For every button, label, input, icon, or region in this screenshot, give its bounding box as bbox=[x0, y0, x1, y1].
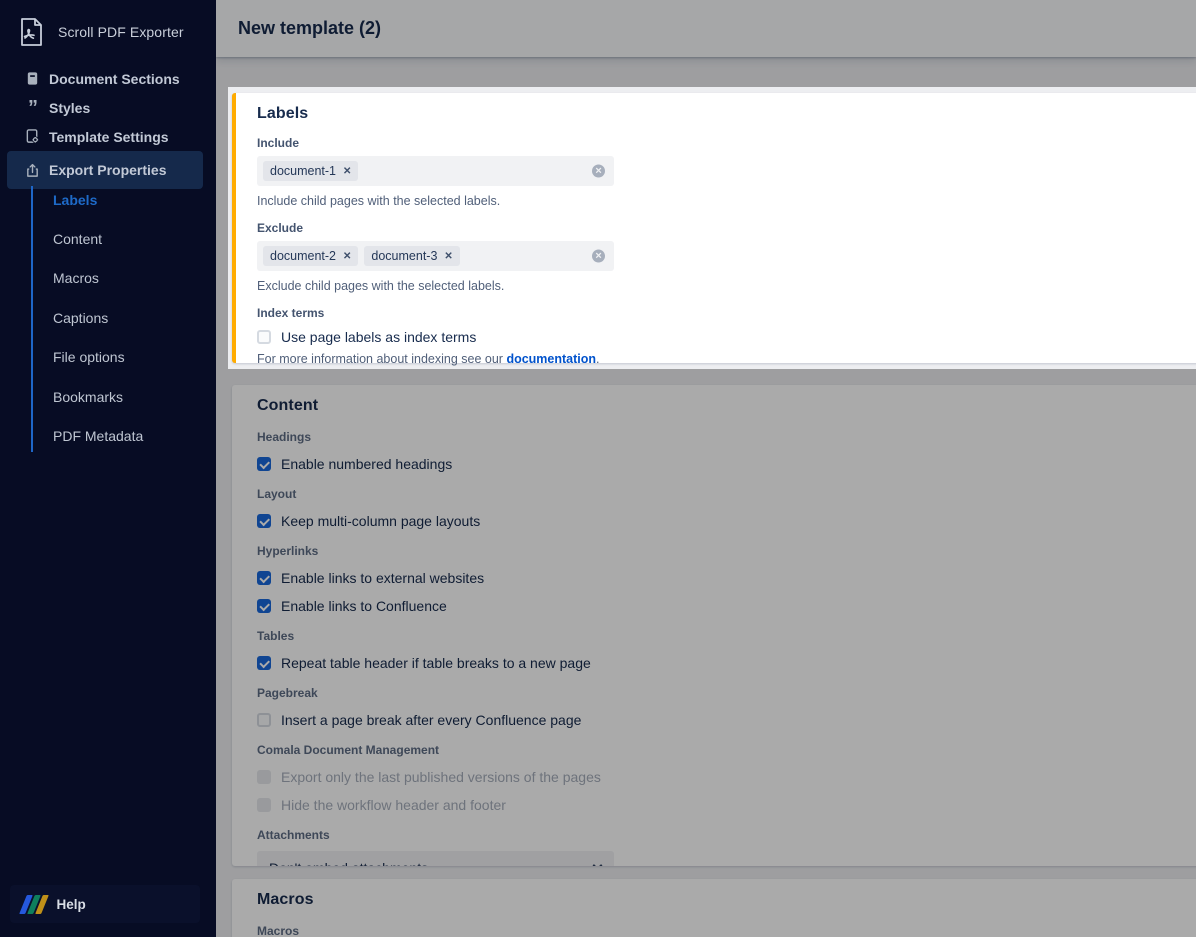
attachments-select[interactable]: Don't embed attachments bbox=[257, 851, 614, 866]
document-gear-icon bbox=[24, 128, 41, 145]
group-label-headings: Headings bbox=[257, 430, 1186, 444]
group-label-comala: Comala Document Management bbox=[257, 743, 1186, 757]
checkbox-label: Hide the workflow header and footer bbox=[281, 797, 506, 813]
checkbox-row: Enable numbered headings bbox=[257, 456, 1186, 472]
k15t-logo-icon bbox=[23, 895, 45, 914]
checkbox-row: Hide the workflow header and footer bbox=[257, 797, 1186, 813]
indexing-note: For more information about indexing see … bbox=[257, 352, 1186, 366]
sidebar-nav: Document Sections ” Styles Template Sett… bbox=[0, 64, 216, 189]
help-button[interactable]: Help bbox=[10, 885, 200, 923]
tag[interactable]: document-2 ✕ bbox=[263, 246, 358, 266]
tag-remove-icon[interactable]: ✕ bbox=[343, 251, 351, 262]
documentation-link[interactable]: documentation bbox=[506, 352, 596, 366]
include-helper-text: Include child pages with the selected la… bbox=[257, 194, 1186, 208]
macros-section-card: Macros Macros bbox=[232, 879, 1196, 937]
checkbox-row: Keep multi-column page layouts bbox=[257, 513, 1186, 529]
select-value: Don't embed attachments bbox=[269, 860, 428, 867]
published-versions-checkbox bbox=[257, 770, 271, 784]
tag-label: document-1 bbox=[270, 164, 336, 178]
app-title: Scroll PDF Exporter bbox=[58, 24, 184, 40]
tag-label: document-2 bbox=[270, 249, 336, 263]
sidebar-item-label: Template Settings bbox=[49, 129, 169, 145]
external-links-checkbox[interactable] bbox=[257, 571, 271, 585]
group-label-tables: Tables bbox=[257, 629, 1186, 643]
index-terms-checkbox[interactable] bbox=[257, 330, 271, 344]
group-label-hyperlinks: Hyperlinks bbox=[257, 544, 1186, 558]
group-label-layout: Layout bbox=[257, 487, 1186, 501]
pdf-document-icon bbox=[17, 16, 45, 48]
checkbox-label[interactable]: Enable links to Confluence bbox=[281, 598, 447, 614]
tag[interactable]: document-1 ✕ bbox=[263, 161, 358, 181]
note-text: For more information about indexing see … bbox=[257, 352, 506, 366]
app-header: Scroll PDF Exporter bbox=[0, 0, 216, 48]
content-section-card: Content Headings Enable numbered heading… bbox=[232, 385, 1196, 866]
export-properties-subnav: Labels Content Macros Captions File opti… bbox=[0, 180, 216, 456]
clear-all-icon[interactable]: ✕ bbox=[592, 250, 605, 263]
help-label: Help bbox=[57, 897, 86, 912]
pagebreak-checkbox[interactable] bbox=[257, 713, 271, 727]
exclude-field-label: Exclude bbox=[257, 221, 1186, 235]
export-icon bbox=[24, 162, 41, 179]
sidebar: Scroll PDF Exporter Document Sections ” … bbox=[0, 0, 216, 937]
checkbox-label[interactable]: Insert a page break after every Confluen… bbox=[281, 712, 581, 728]
chevron-down-icon bbox=[593, 861, 603, 866]
exclude-helper-text: Exclude child pages with the selected la… bbox=[257, 279, 1186, 293]
sidebar-item-label: Export Properties bbox=[49, 162, 166, 178]
group-label-attachments: Attachments bbox=[257, 828, 1186, 842]
checkbox-row: Enable links to Confluence bbox=[257, 598, 1186, 614]
group-label-pagebreak: Pagebreak bbox=[257, 686, 1186, 700]
checkbox-row: Insert a page break after every Confluen… bbox=[257, 712, 1186, 728]
labels-section-card: Labels Include document-1 ✕ ✕ Include ch… bbox=[232, 93, 1196, 363]
checkbox-row: Repeat table header if table breaks to a… bbox=[257, 655, 1186, 671]
group-label-macros: Macros bbox=[257, 924, 1186, 937]
index-terms-row: Use page labels as index terms bbox=[257, 329, 1186, 345]
checkbox-label: Export only the last published versions … bbox=[281, 769, 601, 785]
sidebar-item-styles[interactable]: ” Styles bbox=[0, 93, 216, 122]
main-area: New template (2) Labels Include document… bbox=[216, 0, 1196, 937]
repeat-table-header-checkbox[interactable] bbox=[257, 656, 271, 670]
checkbox-label[interactable]: Enable numbered headings bbox=[281, 456, 452, 472]
sidebar-item-template-settings[interactable]: Template Settings bbox=[0, 122, 216, 151]
checkbox-label[interactable]: Use page labels as index terms bbox=[281, 329, 476, 345]
checkbox-label[interactable]: Keep multi-column page layouts bbox=[281, 513, 480, 529]
section-title: Content bbox=[257, 397, 1186, 415]
sidebar-item-document-sections[interactable]: Document Sections bbox=[0, 64, 216, 93]
page-title: New template (2) bbox=[238, 18, 381, 39]
tag-label: document-3 bbox=[371, 249, 437, 263]
quote-icon: ” bbox=[24, 99, 41, 116]
checkbox-row: Export only the last published versions … bbox=[257, 769, 1186, 785]
checkbox-label[interactable]: Enable links to external websites bbox=[281, 570, 484, 586]
note-text: . bbox=[596, 352, 599, 366]
subnav-indicator-line bbox=[31, 186, 33, 452]
index-terms-label: Index terms bbox=[257, 306, 1186, 320]
workflow-header-checkbox bbox=[257, 798, 271, 812]
numbered-headings-checkbox[interactable] bbox=[257, 457, 271, 471]
checkbox-row: Enable links to external websites bbox=[257, 570, 1186, 586]
tag[interactable]: document-3 ✕ bbox=[364, 246, 459, 266]
tag-remove-icon[interactable]: ✕ bbox=[343, 166, 351, 177]
section-title: Macros bbox=[257, 891, 1186, 909]
document-sections-icon bbox=[24, 70, 41, 87]
tag-remove-icon[interactable]: ✕ bbox=[444, 251, 452, 262]
top-bar: New template (2) bbox=[216, 0, 1196, 57]
section-title: Labels bbox=[257, 105, 1186, 123]
include-tags-input[interactable]: document-1 ✕ ✕ bbox=[257, 156, 614, 186]
clear-all-icon[interactable]: ✕ bbox=[592, 165, 605, 178]
exclude-tags-input[interactable]: document-2 ✕ document-3 ✕ ✕ bbox=[257, 241, 614, 271]
sidebar-item-label: Styles bbox=[49, 100, 90, 116]
confluence-links-checkbox[interactable] bbox=[257, 599, 271, 613]
sidebar-item-label: Document Sections bbox=[49, 71, 180, 87]
multi-column-checkbox[interactable] bbox=[257, 514, 271, 528]
include-field-label: Include bbox=[257, 136, 1186, 150]
checkbox-label[interactable]: Repeat table header if table breaks to a… bbox=[281, 655, 591, 671]
